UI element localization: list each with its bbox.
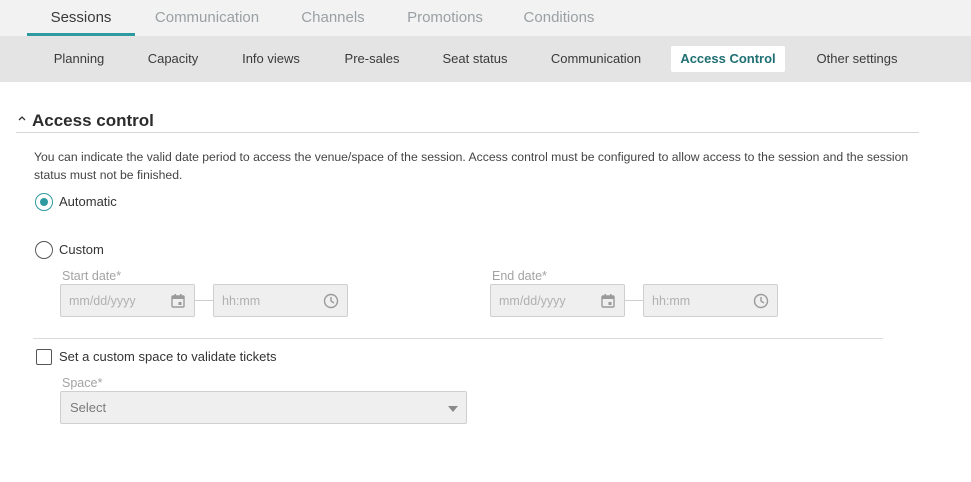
custom-space-checkbox[interactable] [36,349,52,365]
end-date-input[interactable]: mm/dd/yyyy [490,284,625,317]
end-time-placeholder: hh:mm [652,294,691,308]
tab-communication[interactable]: Communication [148,0,266,36]
section-divider [33,338,883,339]
sub-tab-capacity[interactable]: Capacity [139,46,207,72]
sub-tab-pre-sales[interactable]: Pre-sales [335,46,409,72]
end-date-placeholder: mm/dd/yyyy [499,294,566,308]
start-date-input[interactable]: mm/dd/yyyy [60,284,195,317]
automatic-label: Automatic [59,194,117,209]
custom-space-label: Set a custom space to validate tickets [59,349,277,364]
sub-tab-communication[interactable]: Communication [542,46,650,72]
top-tab-bar: Sessions Communication Channels Promotio… [0,0,971,36]
tab-sessions[interactable]: Sessions [27,0,135,36]
sub-tab-info-views[interactable]: Info views [233,46,309,72]
section-title: Access control [32,111,154,130]
sub-tab-seat-status[interactable]: Seat status [434,46,516,72]
clock-icon[interactable] [753,293,769,309]
clock-icon[interactable] [323,293,339,309]
sub-tab-access-control[interactable]: Access Control [671,46,785,72]
custom-label: Custom [59,242,104,257]
start-time-placeholder: hh:mm [222,294,261,308]
sub-tab-planning[interactable]: Planning [44,46,114,72]
range-dash [195,300,213,301]
automatic-radio[interactable] [35,193,53,211]
tab-promotions[interactable]: Promotions [399,0,491,36]
end-time-input[interactable]: hh:mm [643,284,778,317]
custom-radio[interactable] [35,241,53,259]
start-date-label: Start date* [62,269,122,283]
space-label: Space* [62,376,103,390]
sub-tab-other-settings[interactable]: Other settings [806,46,908,72]
tab-channels[interactable]: Channels [292,0,374,36]
sub-tab-bar: Planning Capacity Info views Pre-sales S… [0,36,971,82]
calendar-icon[interactable] [170,293,186,309]
tab-conditions[interactable]: Conditions [516,0,602,36]
space-select[interactable]: Select [60,391,467,424]
section-description: You can indicate the valid date period t… [34,150,909,182]
start-time-input[interactable]: hh:mm [213,284,348,317]
start-date-placeholder: mm/dd/yyyy [69,294,136,308]
space-select-value: Select [70,400,107,415]
range-dash [625,300,643,301]
calendar-icon[interactable] [600,293,616,309]
chevron-up-icon[interactable] [17,113,27,123]
caret-down-icon [448,406,458,412]
end-date-label: End date* [492,269,547,283]
access-control-section-header[interactable]: Access control [16,109,919,133]
